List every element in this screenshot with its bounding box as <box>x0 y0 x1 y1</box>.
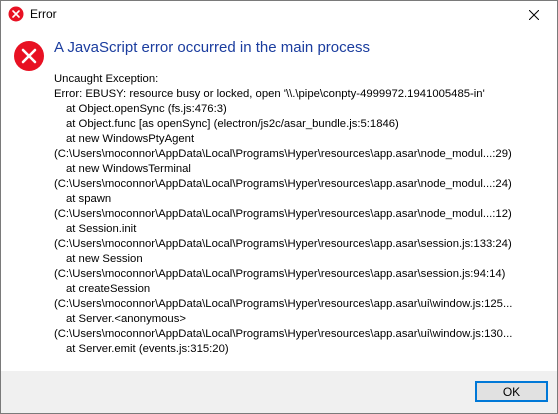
message-line: (C:\Users\moconnor\AppData\Local\Program… <box>54 238 512 250</box>
error-message: Uncaught Exception: Error: EBUSY: resourc… <box>54 72 546 357</box>
error-icon <box>8 6 24 22</box>
error-dialog-window: Error A JavaScript error occurred in the… <box>0 0 558 414</box>
message-line: (C:\Users\moconnor\AppData\Local\Program… <box>54 298 513 310</box>
dialog-footer: OK <box>1 371 557 413</box>
close-icon <box>529 10 539 20</box>
message-line: at new WindowsPtyAgent <box>66 133 195 145</box>
message-line: at Object.func [as openSync] (electron/j… <box>66 118 399 130</box>
message-line: (C:\Users\moconnor\AppData\Local\Program… <box>54 178 512 190</box>
message-line: at Session.init <box>66 223 137 235</box>
message-line: (C:\Users\moconnor\AppData\Local\Program… <box>54 328 513 340</box>
error-icon <box>13 40 45 72</box>
message-line: (C:\Users\moconnor\AppData\Local\Program… <box>54 148 512 160</box>
window-title: Error <box>30 7 57 21</box>
message-line: at createSession <box>66 283 151 295</box>
message-line: at new WindowsTerminal <box>66 163 191 175</box>
dialog-content: A JavaScript error occurred in the main … <box>1 30 557 371</box>
message-line: (C:\Users\moconnor\AppData\Local\Program… <box>54 268 506 280</box>
message-line: (C:\Users\moconnor\AppData\Local\Program… <box>54 208 512 220</box>
message-line: Uncaught Exception: <box>54 73 159 85</box>
ok-button[interactable]: OK <box>475 381 548 402</box>
message-line: at Server.emit (events.js:315:20) <box>66 343 229 355</box>
error-heading: A JavaScript error occurred in the main … <box>54 39 370 56</box>
close-button[interactable] <box>511 1 557 30</box>
message-line: at spawn <box>66 193 112 205</box>
message-line: at new Session <box>66 253 143 265</box>
message-line: at Server.<anonymous> <box>66 313 186 325</box>
title-bar[interactable]: Error <box>1 1 557 30</box>
message-line: at Object.openSync (fs.js:476:3) <box>66 103 227 115</box>
message-line: Error: EBUSY: resource busy or locked, o… <box>54 88 485 100</box>
